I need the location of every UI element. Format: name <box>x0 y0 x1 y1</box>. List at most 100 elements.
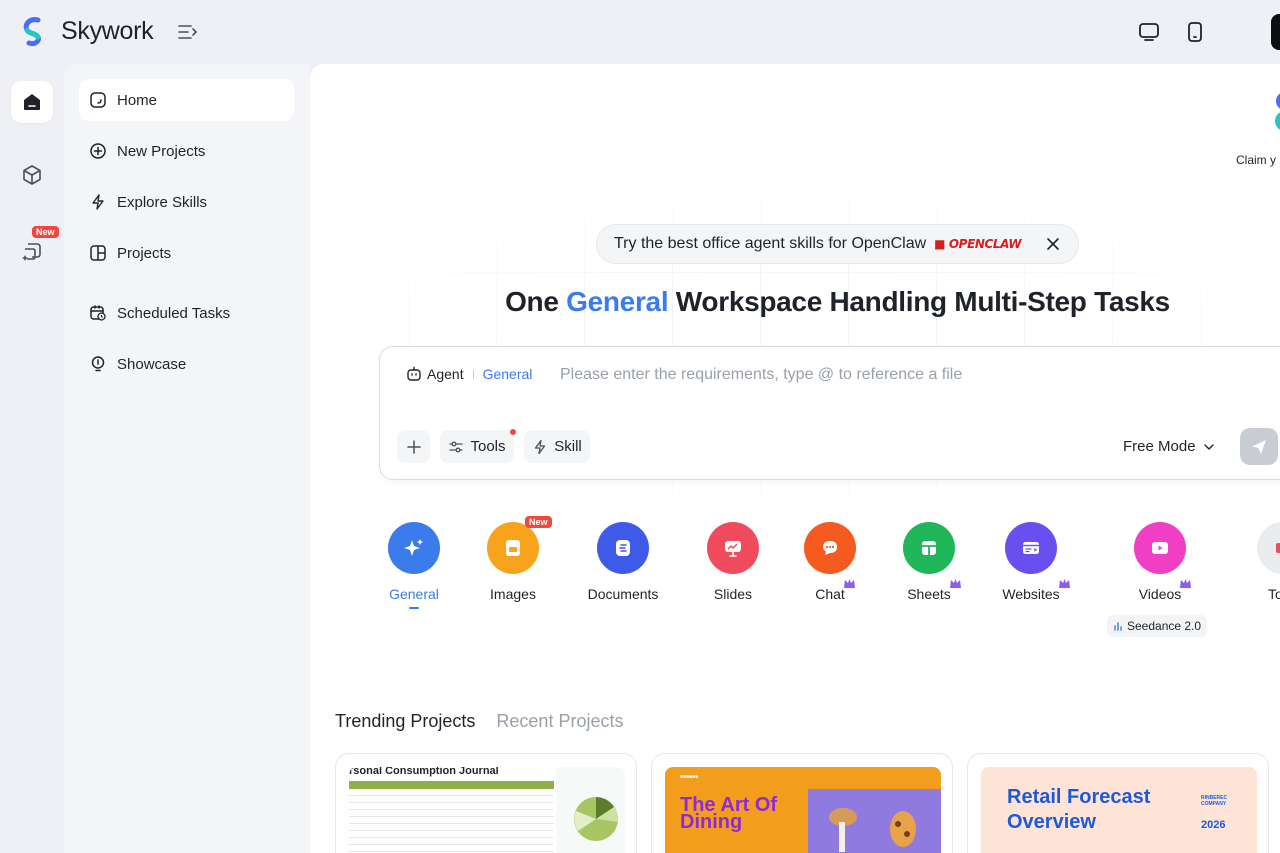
slides-icon <box>707 522 759 574</box>
image-icon: New <box>487 516 552 574</box>
add-attachment-button[interactable] <box>397 430 430 463</box>
prompt-input[interactable] <box>560 363 1080 387</box>
tools-label: Tools <box>470 438 506 455</box>
send-button[interactable] <box>1240 428 1278 465</box>
sheet-row <box>349 805 554 810</box>
home-icon <box>24 94 40 110</box>
sidebar-item-home[interactable]: Home <box>79 79 294 121</box>
thumbnail-title: The Art Of Dining <box>680 794 778 833</box>
app-name: Skywork <box>61 17 154 45</box>
thumbnail-title: rsonal Consumption Journal <box>349 767 499 777</box>
category-label: Documents <box>587 586 659 602</box>
sidebar-item-explore-skills[interactable]: Explore Skills <box>79 181 294 223</box>
lightning-icon <box>92 194 104 210</box>
free-mode-label: Free Mode <box>1123 438 1196 455</box>
sidebar-item-label: Projects <box>117 244 172 262</box>
robot-icon <box>407 366 421 381</box>
project-card[interactable]: Retail Forecast Overview RINBEREC COMPAN… <box>967 753 1269 853</box>
sparkle-icon <box>388 522 440 574</box>
website-icon <box>1005 522 1057 574</box>
sheet-row <box>349 819 554 824</box>
page-title: One General Workspace Handling Multi-Ste… <box>505 286 1170 317</box>
category-videos[interactable]: Videos <box>1105 522 1215 604</box>
seedance-badge[interactable]: Seedance 2.0 <box>1107 615 1208 637</box>
thumbnail-title: Retail Forecast Overview <box>1007 786 1151 833</box>
category-label: Slides <box>713 586 753 602</box>
category-chat[interactable]: Chat <box>775 522 885 604</box>
sheet-icon <box>903 522 955 574</box>
project-tabs: Trending Projects Recent Projects <box>335 711 644 732</box>
category-general[interactable]: General <box>359 522 469 609</box>
sheet-row <box>349 833 554 838</box>
sidebar-item-label: Showcase <box>117 355 187 373</box>
skill-label: Skill <box>554 438 582 455</box>
rail-new-badge: New <box>32 226 59 238</box>
new-badge: New <box>525 516 552 528</box>
category-label: Videos <box>1139 579 1192 602</box>
sidebar-item-label: Explore Skills <box>117 193 208 211</box>
project-card[interactable]: ■■■■■■ The Art Of Dining <box>651 753 953 853</box>
crown-icon <box>1180 579 1192 588</box>
sidebar-item-scheduled-tasks[interactable]: Scheduled Tasks <box>79 292 294 334</box>
mobile-view-icon[interactable] <box>1183 20 1207 44</box>
chat-icon <box>804 522 856 574</box>
prompt-composer: Agent General Tools Skill Free <box>379 346 1280 480</box>
claim-reward-icon[interactable] <box>1263 87 1280 143</box>
sidebar: Home New Projects Explore Skills Project… <box>64 64 310 853</box>
sidebar-item-new-projects[interactable]: New Projects <box>79 130 294 172</box>
free-mode-dropdown[interactable]: Free Mode <box>1123 438 1216 455</box>
agent-sparkle-icon <box>22 243 41 261</box>
tab-recent-projects[interactable]: Recent Projects <box>496 711 623 732</box>
bar-chart-icon <box>1114 622 1122 631</box>
category-websites[interactable]: Websites <box>976 522 1086 604</box>
rail-home-button[interactable] <box>11 81 53 123</box>
crown-icon <box>1058 579 1070 588</box>
tab-trending-projects[interactable]: Trending Projects <box>335 711 475 732</box>
project-thumbnail: ■■■■■■ The Art Of Dining <box>665 767 941 853</box>
agent-selector[interactable]: Agent General <box>406 366 532 382</box>
sidebar-item-showcase[interactable]: Showcase <box>79 343 294 385</box>
close-icon[interactable] <box>1044 235 1062 253</box>
category-sheets[interactable]: Sheets <box>874 522 984 604</box>
top-bar: Skywork <box>0 0 1280 64</box>
desktop-view-icon[interactable] <box>1137 20 1161 44</box>
calendar-clock-icon <box>90 305 106 321</box>
tools-button[interactable]: Tools <box>440 430 514 463</box>
send-icon <box>1252 439 1266 454</box>
category-slides[interactable]: Slides <box>678 522 788 604</box>
project-card[interactable]: rsonal Consumption Journal <box>335 753 637 853</box>
collapse-sidebar-icon[interactable] <box>176 22 198 42</box>
food-photo <box>808 789 941 853</box>
sidebar-item-projects[interactable]: Projects <box>79 232 294 274</box>
user-avatar[interactable] <box>1271 14 1280 50</box>
category-label: Sheets <box>907 579 961 602</box>
grid-icon <box>90 245 106 261</box>
agent-label: Agent <box>427 366 464 382</box>
skill-button[interactable]: Skill <box>524 430 590 463</box>
notification-dot <box>510 429 516 435</box>
rail-cube-button[interactable] <box>11 154 53 196</box>
cube-icon <box>23 165 41 185</box>
crown-icon <box>843 579 855 588</box>
category-label: Images <box>490 586 536 602</box>
main-panel: Claim y Try the best office agent skills… <box>310 64 1280 853</box>
openclaw-crab-icon: ■ <box>934 237 946 251</box>
sheet-header-row <box>349 781 554 789</box>
claim-text[interactable]: Claim y <box>1236 153 1276 167</box>
sheet-row <box>349 812 554 817</box>
sidebar-item-label: New Projects <box>117 142 206 160</box>
lightning-icon <box>535 439 546 454</box>
mini-nav-bar: ■■■■■■ <box>680 774 699 780</box>
sliders-icon <box>449 441 464 452</box>
title-accent: General <box>566 286 669 317</box>
category-label: To <box>1268 586 1280 602</box>
promo-banner[interactable]: Try the best office agent skills for Ope… <box>596 224 1079 264</box>
category-tools[interactable]: To <box>1216 522 1280 604</box>
thumbnail-year: 2026 <box>1201 819 1226 831</box>
category-images[interactable]: New Images <box>458 516 568 604</box>
category-documents[interactable]: Documents <box>568 522 678 604</box>
agent-mode-label: General <box>482 366 533 382</box>
category-label: Chat <box>815 579 855 602</box>
crown-icon <box>949 579 961 588</box>
sheet-row <box>349 826 554 831</box>
